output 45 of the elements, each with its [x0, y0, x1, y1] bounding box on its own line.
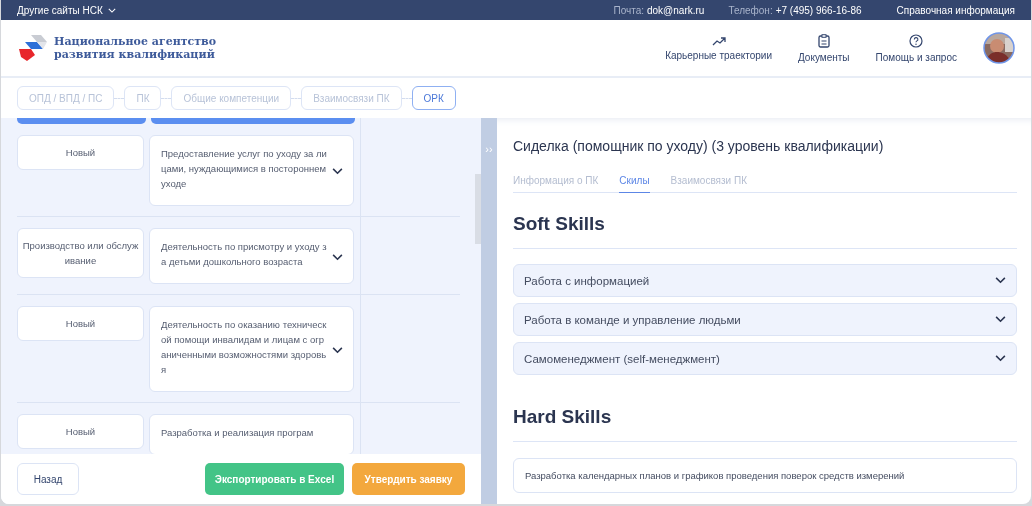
section-heading: Hard Skills	[513, 406, 613, 428]
logo-icon	[17, 35, 49, 61]
nav-link[interactable]: Помощь и запрос	[875, 33, 957, 63]
phone-label: Телефон:	[728, 4, 773, 16]
sites-menu[interactable]: Другие сайты НСК	[17, 4, 116, 16]
skill-item: Разработка календарных планов и графиков проведения поверок средств измерений	[513, 458, 1017, 493]
activity-card[interactable]: Разработка и реализация програм	[149, 414, 354, 454]
skill-accordion[interactable]: Самоменеджмент (self-менеджмент)	[513, 342, 1017, 375]
chevron-icon[interactable]	[332, 168, 343, 175]
phone-number: +7 (495) 966-16-86	[775, 4, 862, 16]
status-card: Новый	[17, 414, 144, 449]
detail-tab[interactable]: Скилы	[619, 175, 650, 193]
chevron-icon	[995, 355, 1006, 362]
status-card: Новый	[17, 306, 144, 341]
activity-text: Деятельность по оказанию технической помощи инвалидам и лицам с ограниченными возможностями здоровья	[161, 318, 327, 377]
info-link[interactable]: Справочная информация	[896, 4, 1015, 16]
status-card: Производство или обслуживание	[17, 228, 144, 278]
logo-text: Национальное агентство	[54, 35, 216, 48]
activity-card[interactable]: Деятельность по присмотру и уходу за детьми дошкольного возраста	[149, 228, 354, 284]
help-icon	[909, 33, 924, 48]
activity-text: Разработка и реализация програм	[161, 426, 315, 440]
chevron-icon[interactable]	[332, 346, 343, 354]
status-card: Новый	[17, 135, 144, 170]
section-heading: Soft Skills	[513, 213, 606, 235]
step-tab[interactable]: ОРК	[411, 86, 456, 110]
logo-text: развития квалификаций	[54, 48, 216, 61]
activity-card[interactable]: Предоставление услуг по уходу за лицами, нуждающимися в постороннем уходе	[149, 135, 354, 206]
skill-accordion[interactable]: Работа в команде и управление людьми	[513, 303, 1017, 336]
nav-link[interactable]: Карьерные траектории	[665, 35, 772, 61]
chevron-icon[interactable]	[332, 253, 343, 261]
detail-title: Сиделка (помощник по уходу) (3 уровень квалификации)	[513, 137, 885, 155]
activity-card[interactable]: Деятельность по оказанию технической помощи инвалидам и лицам с ограниченными возможностями здоровья	[149, 306, 354, 392]
clipboard-icon	[817, 33, 830, 48]
back-button[interactable]: Назад	[17, 463, 79, 495]
scrollbar[interactable]	[475, 174, 481, 244]
activity-text: Предоставление услуг по уходу за лицами, нуждающимися в постороннем уходе	[161, 147, 327, 191]
nav-link[interactable]: Документы	[798, 33, 850, 63]
chevron-icon	[995, 316, 1006, 323]
activity-text: Деятельность по присмотру и уходу за детьми дошкольного возраста	[161, 240, 327, 269]
chevron-icon	[995, 277, 1006, 284]
mail-label: Почта:	[613, 4, 644, 16]
trend-icon	[711, 35, 726, 46]
mail-link[interactable]: dok@nark.ru	[647, 4, 705, 16]
skill-accordion[interactable]: Работа с информацией	[513, 264, 1017, 297]
chevron-icon	[107, 7, 116, 13]
